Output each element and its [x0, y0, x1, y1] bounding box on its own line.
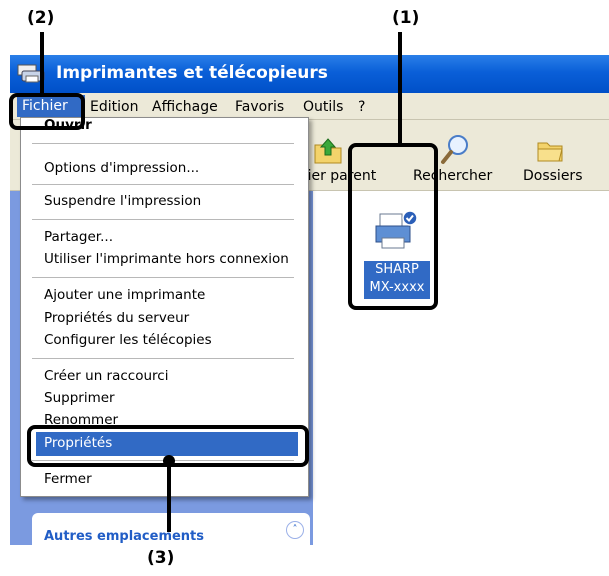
callout-box-1	[348, 143, 438, 310]
separator	[32, 184, 294, 185]
dd-hors-connexion[interactable]: Utiliser l'imprimante hors connexion	[44, 251, 289, 267]
callout-line-3	[167, 460, 171, 532]
dd-creer-raccourci[interactable]: Créer un raccourci	[44, 368, 168, 384]
dd-options-impression[interactable]: Options d'impression...	[44, 160, 199, 176]
dd-partager[interactable]: Partager...	[44, 229, 113, 245]
separator	[32, 358, 294, 359]
dd-configurer-telecopies[interactable]: Configurer les télécopies	[44, 332, 212, 348]
callout-label-2: (2)	[27, 8, 55, 28]
menu-help[interactable]: ?	[358, 99, 365, 115]
chevron-up-icon[interactable]: ˄	[286, 521, 304, 539]
title-bar: Imprimantes et télécopieurs	[10, 55, 609, 93]
other-places-title[interactable]: Autres emplacements	[44, 529, 204, 544]
search-icon[interactable]	[438, 133, 472, 167]
menu-favoris[interactable]: Favoris	[235, 99, 284, 115]
menu-edition[interactable]: Edition	[90, 99, 138, 115]
menu-affichage[interactable]: Affichage	[152, 99, 218, 115]
callout-line-2	[40, 32, 44, 93]
dd-suspendre[interactable]: Suspendre l'impression	[44, 193, 201, 209]
dossiers-button[interactable]: Dossiers	[523, 168, 583, 184]
separator	[32, 277, 294, 278]
folder-up-icon[interactable]	[312, 135, 344, 165]
dd-fermer[interactable]: Fermer	[44, 471, 92, 487]
callout-label-1: (1)	[392, 8, 420, 28]
dd-ajouter-imprimante[interactable]: Ajouter une imprimante	[44, 287, 205, 303]
folders-icon[interactable]	[534, 135, 566, 165]
dd-proprietes-serveur[interactable]: Propriétés du serveur	[44, 310, 189, 326]
callout-line-1	[398, 32, 402, 143]
separator	[32, 219, 294, 220]
menu-outils[interactable]: Outils	[303, 99, 343, 115]
window-title: Imprimantes et télécopieurs	[56, 63, 328, 83]
callout-label-3: (3)	[147, 548, 175, 568]
separator	[32, 143, 294, 144]
dd-supprimer[interactable]: Supprimer	[44, 390, 115, 406]
callout-box-2	[9, 93, 85, 130]
